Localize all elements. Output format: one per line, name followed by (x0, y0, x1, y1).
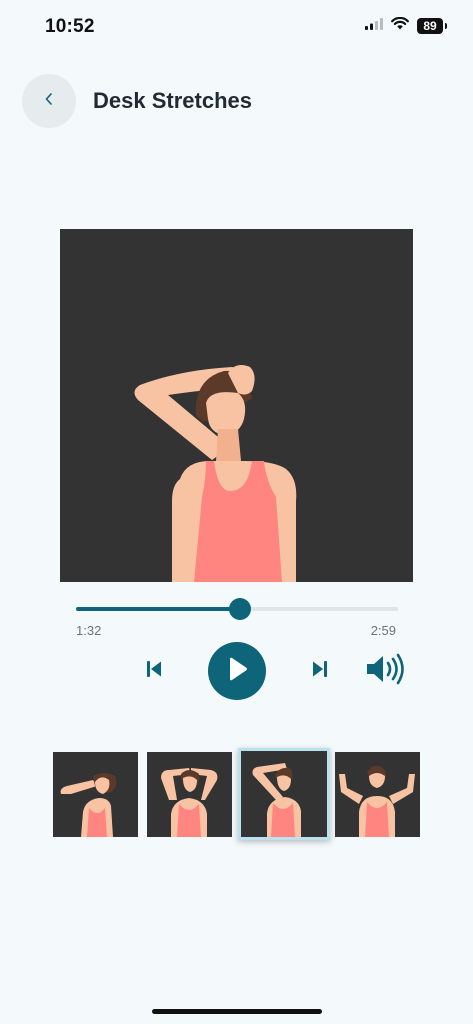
neck-tilt-illustration (60, 773, 117, 837)
volume-button[interactable] (363, 653, 407, 689)
duration: 2:59 (370, 623, 396, 638)
progress-thumb[interactable] (229, 598, 251, 620)
home-indicator (152, 1009, 322, 1014)
skip-next-button[interactable] (306, 657, 334, 685)
progress-fill (76, 607, 240, 611)
skip-previous-button[interactable] (140, 657, 168, 685)
side-arm-stretch-illustration (252, 763, 301, 837)
stretch-illustration (134, 365, 297, 582)
wifi-icon (391, 16, 409, 35)
status-bar: 10:52 89 (0, 0, 473, 52)
chevron-left-icon (44, 92, 54, 111)
skip-next-icon (312, 660, 328, 683)
page-title: Desk Stretches (93, 88, 252, 113)
status-time: 10:52 (45, 16, 95, 37)
video-player[interactable] (60, 229, 413, 582)
arms-raised-illustration (339, 765, 415, 837)
battery-icon: 89 (417, 18, 447, 34)
exercise-thumbnails (0, 748, 473, 844)
cellular-signal-icon (365, 17, 383, 35)
volume-icon (365, 653, 405, 690)
progress-slider[interactable] (76, 598, 398, 620)
exercise-thumbnail-4[interactable] (335, 752, 420, 837)
back-button[interactable] (22, 74, 76, 128)
play-icon (225, 656, 249, 687)
play-button[interactable] (208, 642, 266, 700)
overhead-stretch-illustration (161, 768, 218, 837)
exercise-thumbnail-2[interactable] (147, 752, 232, 837)
playback-controls (0, 640, 473, 702)
exercise-thumbnail-1[interactable] (53, 752, 138, 837)
skip-previous-icon (146, 660, 162, 683)
header: Desk Stretches (0, 70, 473, 132)
exercise-thumbnail-3[interactable] (238, 748, 330, 840)
current-time: 1:32 (76, 623, 102, 638)
status-icons: 89 (365, 16, 447, 35)
